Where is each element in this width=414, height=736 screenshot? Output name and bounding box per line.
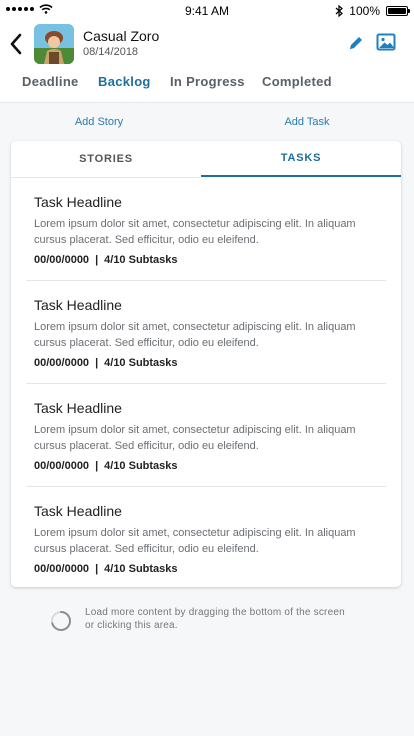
- image-icon: [376, 33, 396, 51]
- profile-date: 08/14/2018: [83, 46, 139, 58]
- add-story-button[interactable]: Add Story: [0, 116, 198, 128]
- image-button[interactable]: [376, 32, 396, 52]
- battery-icon: [386, 6, 410, 16]
- task-subtasks: 4/10 Subtasks: [104, 563, 178, 575]
- segment-tasks[interactable]: TASKS: [201, 141, 401, 177]
- edit-button[interactable]: [346, 33, 366, 53]
- status-right: 100%: [335, 4, 410, 18]
- status-bar: 9:41 AM 100%: [0, 0, 414, 22]
- task-title: Task Headline: [34, 503, 122, 519]
- avatar: [34, 24, 74, 64]
- task-date: 00/00/0000: [34, 563, 90, 575]
- task-date: 00/00/0000: [34, 254, 90, 266]
- tab-completed[interactable]: Completed: [262, 74, 332, 89]
- profile-name: Casual Zoro: [83, 28, 160, 44]
- task-title: Task Headline: [34, 194, 122, 210]
- bluetooth-icon: [335, 5, 344, 17]
- task-description: Lorem ipsum dolor sit amet, consectetur …: [34, 424, 356, 452]
- load-more-area[interactable]: Load more content by dragging the bottom…: [46, 606, 366, 636]
- tab-deadline[interactable]: Deadline: [22, 74, 79, 89]
- task-date: 00/00/0000: [34, 460, 90, 472]
- add-task-button[interactable]: Add Task: [208, 116, 406, 128]
- task-item[interactable]: Task Headline Lorem ipsum dolor sit amet…: [26, 487, 386, 587]
- task-date: 00/00/0000: [34, 357, 90, 369]
- tab-backlog[interactable]: Backlog: [98, 74, 151, 89]
- back-button[interactable]: [4, 30, 28, 58]
- task-item[interactable]: Task Headline Lorem ipsum dolor sit amet…: [26, 178, 386, 281]
- task-title: Task Headline: [34, 400, 122, 416]
- meta-divider: |: [95, 563, 99, 575]
- status-tabs: Deadline Backlog In Progress Completed: [0, 70, 414, 100]
- meta-divider: |: [95, 357, 99, 369]
- task-description: Lorem ipsum dolor sit amet, consectetur …: [34, 321, 356, 349]
- tab-in-progress[interactable]: In Progress: [170, 74, 245, 89]
- task-description: Lorem ipsum dolor sit amet, consectetur …: [34, 218, 356, 246]
- load-more-text: Load more content by dragging the bottom…: [85, 607, 345, 631]
- chevron-left-icon: [10, 33, 22, 55]
- segment-stories[interactable]: STORIES: [11, 141, 201, 178]
- task-subtasks: 4/10 Subtasks: [104, 357, 178, 369]
- avatar-image: [34, 24, 74, 64]
- header: Casual Zoro 08/14/2018 Deadline Backlog …: [0, 22, 414, 103]
- task-item[interactable]: Task Headline Lorem ipsum dolor sit amet…: [26, 281, 386, 384]
- battery-percent: 100%: [349, 4, 380, 18]
- task-subtasks: 4/10 Subtasks: [104, 460, 178, 472]
- task-title: Task Headline: [34, 297, 122, 313]
- meta-divider: |: [95, 460, 99, 472]
- task-card: STORIES TASKS Task Headline Lorem ipsum …: [11, 141, 401, 587]
- loading-spinner-icon: [51, 611, 71, 631]
- task-description: Lorem ipsum dolor sit amet, consectetur …: [34, 527, 356, 555]
- task-subtasks: 4/10 Subtasks: [104, 254, 178, 266]
- meta-divider: |: [95, 254, 99, 266]
- task-meta: 00/00/0000 | 4/10 Subtasks: [34, 460, 178, 472]
- task-list: Task Headline Lorem ipsum dolor sit amet…: [11, 178, 401, 587]
- task-item[interactable]: Task Headline Lorem ipsum dolor sit amet…: [26, 384, 386, 487]
- task-meta: 00/00/0000 | 4/10 Subtasks: [34, 254, 178, 266]
- task-meta: 00/00/0000 | 4/10 Subtasks: [34, 357, 178, 369]
- task-meta: 00/00/0000 | 4/10 Subtasks: [34, 563, 178, 575]
- pencil-icon: [350, 37, 362, 49]
